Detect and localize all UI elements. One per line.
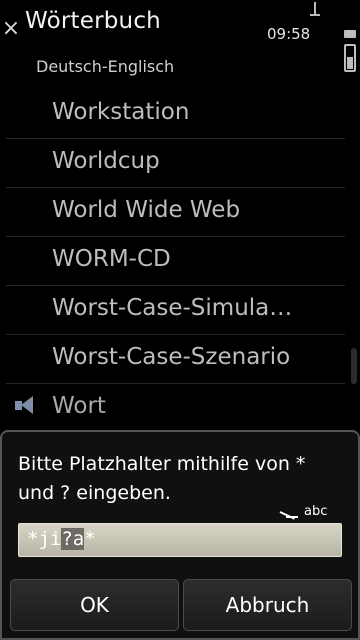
list-item-label: Worldcup [52, 148, 160, 174]
signal-icon [310, 2, 320, 16]
list-item-label: Worst-Case-Szenario [52, 344, 291, 370]
input-mode-label: abc [304, 504, 328, 519]
list-item[interactable]: WORM-CD [6, 237, 345, 286]
list-item-label: World Wide Web [52, 197, 241, 223]
list-item[interactable]: Worldcup [6, 139, 345, 188]
scrollbar-thumb[interactable] [351, 348, 357, 384]
list-item[interactable]: Wort [6, 384, 345, 433]
input-text-tail: * [84, 528, 96, 550]
title-bar: × Wörterbuch 09:58 [0, 0, 360, 72]
pencil-icon [280, 506, 298, 518]
clock: 09:58 [267, 25, 311, 43]
language-pair-label: Deutsch-Englisch [36, 57, 175, 76]
wildcard-dialog: Bitte Platzhalter mithilfe von * und ? e… [0, 430, 360, 640]
list-item-label: Workstation [52, 99, 190, 125]
battery-icon [344, 44, 356, 72]
list-item[interactable]: World Wide Web [6, 188, 345, 237]
list-item[interactable]: Workstation [6, 90, 345, 139]
input-selection: ?a [61, 528, 85, 550]
input-mode-indicator: abc [280, 504, 327, 519]
signal-strength-icon [344, 30, 356, 38]
list-item[interactable]: Worst-Case-Szenario [6, 335, 345, 384]
close-button[interactable]: × [0, 18, 22, 40]
list-item-label: Worst-Case-Simula… [52, 295, 293, 321]
cancel-button[interactable]: Abbruch [183, 579, 352, 631]
list-item-label: WORM-CD [52, 246, 171, 272]
ok-button[interactable]: OK [10, 579, 179, 631]
list-item[interactable]: Worst-Case-Simula… [6, 286, 345, 335]
dialog-prompt: Bitte Platzhalter mithilfe von * und ? e… [18, 453, 306, 504]
app-title: Wörterbuch [25, 8, 161, 34]
dialog-buttons: OK Abbruch [10, 579, 352, 631]
input-text: *ji [27, 528, 62, 550]
speaker-icon [15, 396, 37, 414]
wildcard-input[interactable]: *ji?a* [18, 523, 342, 557]
word-list: Workstation Worldcup World Wide Web WORM… [0, 90, 345, 433]
list-item-label: Wort [52, 393, 106, 419]
